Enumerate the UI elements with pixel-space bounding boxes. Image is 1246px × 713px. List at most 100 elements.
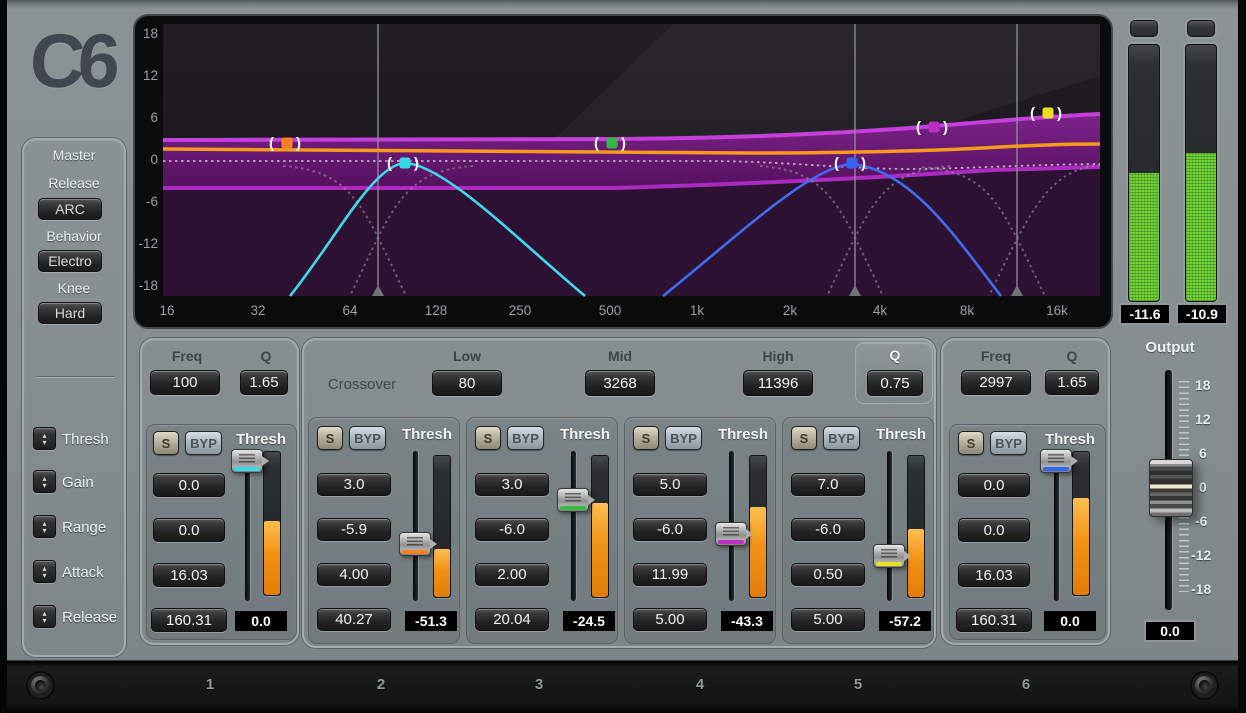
band-6-range-box[interactable]: 0.0	[958, 518, 1030, 542]
band-number-label: 1	[206, 676, 214, 693]
clip-led-right[interactable]	[1187, 20, 1215, 37]
band-1-thresh-track[interactable]	[245, 451, 250, 601]
band-5-attack-box[interactable]: 0.50	[791, 563, 865, 586]
crossover-low-box[interactable]: 80	[432, 370, 502, 396]
band-1-bypass-button[interactable]: BYP	[185, 431, 222, 455]
band-6-thresh-track[interactable]	[1054, 451, 1059, 601]
bottom-bar	[7, 660, 1238, 713]
bracket-left-icon: (	[269, 135, 274, 152]
band-4-thresh-value[interactable]: -43.3	[721, 611, 773, 631]
band-3-thresh-fader[interactable]	[557, 488, 589, 512]
band-3-subpanel: S BYP Thresh 3.0 -6.0 2.00 20.04 -24.5	[466, 417, 618, 644]
band-6-q-box[interactable]: 1.65	[1045, 370, 1099, 395]
svg-text:8k: 8k	[960, 303, 975, 318]
band-4-attack-box[interactable]: 11.99	[633, 563, 707, 586]
link-release-stepper[interactable]: ▴ ▾	[33, 605, 56, 628]
band-5-thresh-fader[interactable]	[873, 544, 905, 568]
band-3-bypass-button[interactable]: BYP	[507, 426, 544, 450]
band-2-bypass-button[interactable]: BYP	[349, 426, 386, 450]
band-1-thresh-fader[interactable]	[231, 449, 263, 473]
band-6-freq-box[interactable]: 2997	[961, 370, 1031, 395]
band-3-thresh-track[interactable]	[571, 451, 576, 601]
link-attack-label: Attack	[62, 564, 122, 581]
band-1-attack-box[interactable]: 16.03	[153, 563, 225, 587]
band-5-release-box[interactable]: 5.00	[791, 608, 865, 631]
band-2-release-box[interactable]: 40.27	[317, 608, 391, 631]
output-fader-cap[interactable]	[1149, 459, 1193, 517]
output-scale-label: -12	[1191, 547, 1211, 563]
band-6-thresh-value[interactable]: 0.0	[1044, 611, 1096, 631]
bracket-left-icon: (	[916, 119, 921, 136]
stepper-down-icon: ▾	[42, 617, 46, 624]
bracket-left-icon: (	[594, 135, 599, 152]
band-1-panel: Freq Q 100 1.65 S BYP Thresh 0.0 0.0 16.…	[140, 338, 299, 645]
band-3-gain-box[interactable]: 3.0	[475, 473, 549, 496]
band-1-range-box[interactable]: 0.0	[153, 518, 225, 542]
band-3-solo-button[interactable]: S	[475, 426, 501, 450]
band-1-thresh-value[interactable]: 0.0	[235, 611, 287, 631]
band-2-range-box[interactable]: -5.9	[317, 518, 391, 541]
band-5-gain-box[interactable]: 7.0	[791, 473, 865, 496]
q-header-label: Q	[242, 348, 290, 364]
band-5-range-box[interactable]: -6.0	[791, 518, 865, 541]
band-6-bypass-button[interactable]: BYP	[990, 431, 1027, 455]
stepper-down-icon: ▾	[42, 572, 46, 579]
crossover-high-label: High	[743, 348, 813, 364]
band-2-subpanel: S BYP Thresh 3.0 -5.9 4.00 40.27 -51.3	[308, 417, 460, 644]
band-1-solo-button[interactable]: S	[153, 431, 179, 455]
link-gain-stepper[interactable]: ▴ ▾	[33, 470, 56, 493]
band-2-solo-button[interactable]: S	[317, 426, 343, 450]
band-6-attack-box[interactable]: 16.03	[958, 563, 1030, 587]
output-value[interactable]: 0.0	[1144, 620, 1196, 642]
band-6-thresh-fader[interactable]	[1040, 449, 1072, 473]
output-scale-label: 18	[1195, 377, 1211, 393]
band-6-gain-box[interactable]: 0.0	[958, 473, 1030, 497]
band-4-range-box[interactable]: -6.0	[633, 518, 707, 541]
crossover-mid-box[interactable]: 3268	[585, 370, 655, 396]
band-6-solo-button[interactable]: S	[958, 431, 984, 455]
band-4-gain-box[interactable]: 5.0	[633, 473, 707, 496]
band-1-release-box[interactable]: 160.31	[151, 608, 227, 632]
band-2-thresh-track[interactable]	[413, 451, 418, 601]
behavior-button[interactable]: Electro	[38, 250, 102, 272]
link-range-label: Range	[62, 519, 122, 536]
band-2-gain-box[interactable]: 3.0	[317, 473, 391, 496]
band-2-attack-box[interactable]: 4.00	[317, 563, 391, 586]
band-1-gain-box[interactable]: 0.0	[153, 473, 225, 497]
band-3-range-box[interactable]: -6.0	[475, 518, 549, 541]
band-3-release-box[interactable]: 20.04	[475, 608, 549, 631]
band-2-thresh-fader[interactable]	[399, 532, 431, 556]
band-4-solo-button[interactable]: S	[633, 426, 659, 450]
band-1-q-box[interactable]: 1.65	[240, 370, 288, 395]
band-1-freq-box[interactable]: 100	[150, 370, 220, 395]
band-4-bypass-button[interactable]: BYP	[665, 426, 702, 450]
band-5-subpanel: S BYP Thresh 7.0 -6.0 0.50 5.00 -57.2	[782, 417, 934, 644]
band-5-thresh-value[interactable]: -57.2	[879, 611, 931, 631]
band-5-solo-button[interactable]: S	[791, 426, 817, 450]
band-5-thresh-track[interactable]	[887, 451, 892, 601]
band-3-attack-box[interactable]: 2.00	[475, 563, 549, 586]
thresh-label: Thresh	[871, 426, 931, 443]
crossover-q-box[interactable]: 0.75	[867, 370, 923, 396]
crossover-label: Crossover	[314, 376, 410, 393]
crossover-high-box[interactable]: 11396	[743, 370, 813, 396]
clip-led-left[interactable]	[1130, 20, 1158, 37]
band-3-thresh-value[interactable]: -24.5	[563, 611, 615, 631]
band-5-bypass-button[interactable]: BYP	[823, 426, 860, 450]
freq-header-label: Freq	[961, 348, 1031, 364]
link-thresh-stepper[interactable]: ▴ ▾	[33, 427, 56, 450]
svg-text:128: 128	[425, 303, 448, 318]
band-6-subpanel: S BYP Thresh 0.0 0.0 16.03 160.31 0.0	[949, 424, 1106, 640]
band-4-release-box[interactable]: 5.00	[633, 608, 707, 631]
band-2-thresh-value[interactable]: -51.3	[405, 611, 457, 631]
band-4-thresh-fader[interactable]	[715, 522, 747, 546]
arc-release-button[interactable]: ARC	[38, 198, 102, 220]
meter-fill	[434, 549, 450, 597]
knee-button[interactable]: Hard	[38, 302, 102, 324]
band-number-label: 4	[696, 676, 704, 693]
link-attack-stepper[interactable]: ▴ ▾	[33, 560, 56, 583]
link-range-stepper[interactable]: ▴ ▾	[33, 515, 56, 538]
svg-text:6: 6	[150, 110, 158, 125]
band-6-release-box[interactable]: 160.31	[956, 608, 1032, 632]
bracket-left-icon: (	[387, 155, 392, 172]
